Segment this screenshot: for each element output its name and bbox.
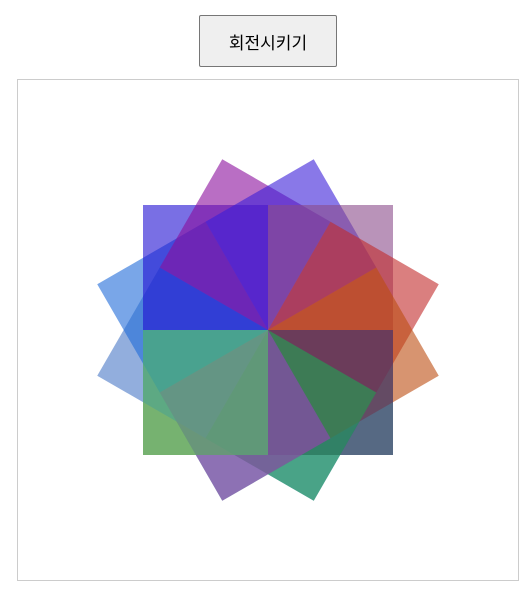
rotated-squares-drawing [97,159,439,501]
drawing-canvas [17,79,519,581]
rotated-square-16 [143,330,268,455]
rotate-button[interactable]: 회전시키기 [199,15,337,67]
page: 회전시키기 [0,0,531,591]
squares-group [97,159,439,501]
